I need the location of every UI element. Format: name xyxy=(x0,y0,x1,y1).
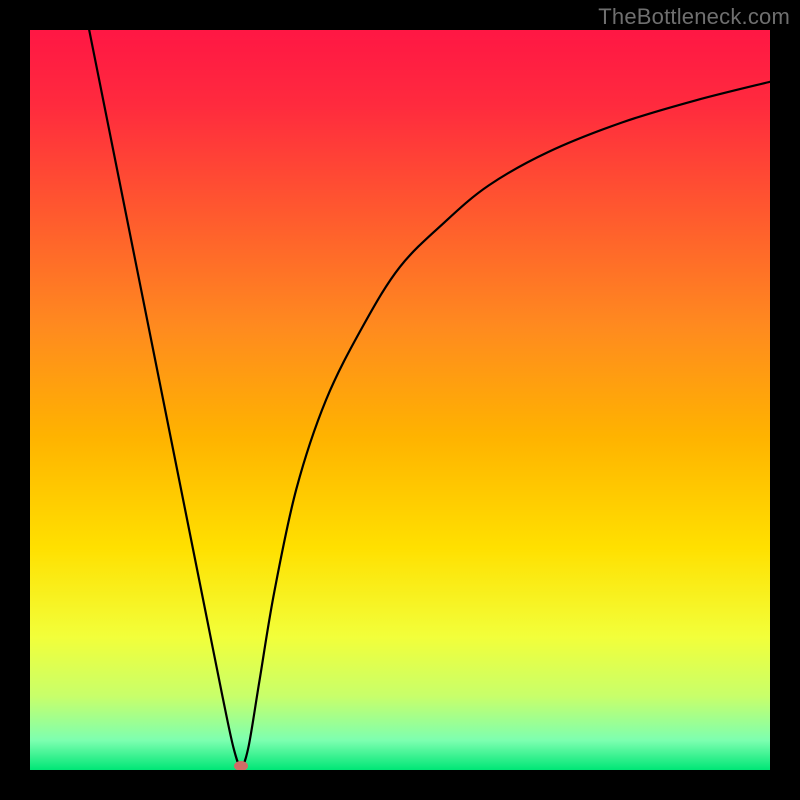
min-marker-icon xyxy=(234,761,248,770)
watermark-label: TheBottleneck.com xyxy=(598,4,790,30)
plot-area xyxy=(30,30,770,770)
chart-frame: TheBottleneck.com xyxy=(0,0,800,800)
bottleneck-curve xyxy=(30,30,770,770)
